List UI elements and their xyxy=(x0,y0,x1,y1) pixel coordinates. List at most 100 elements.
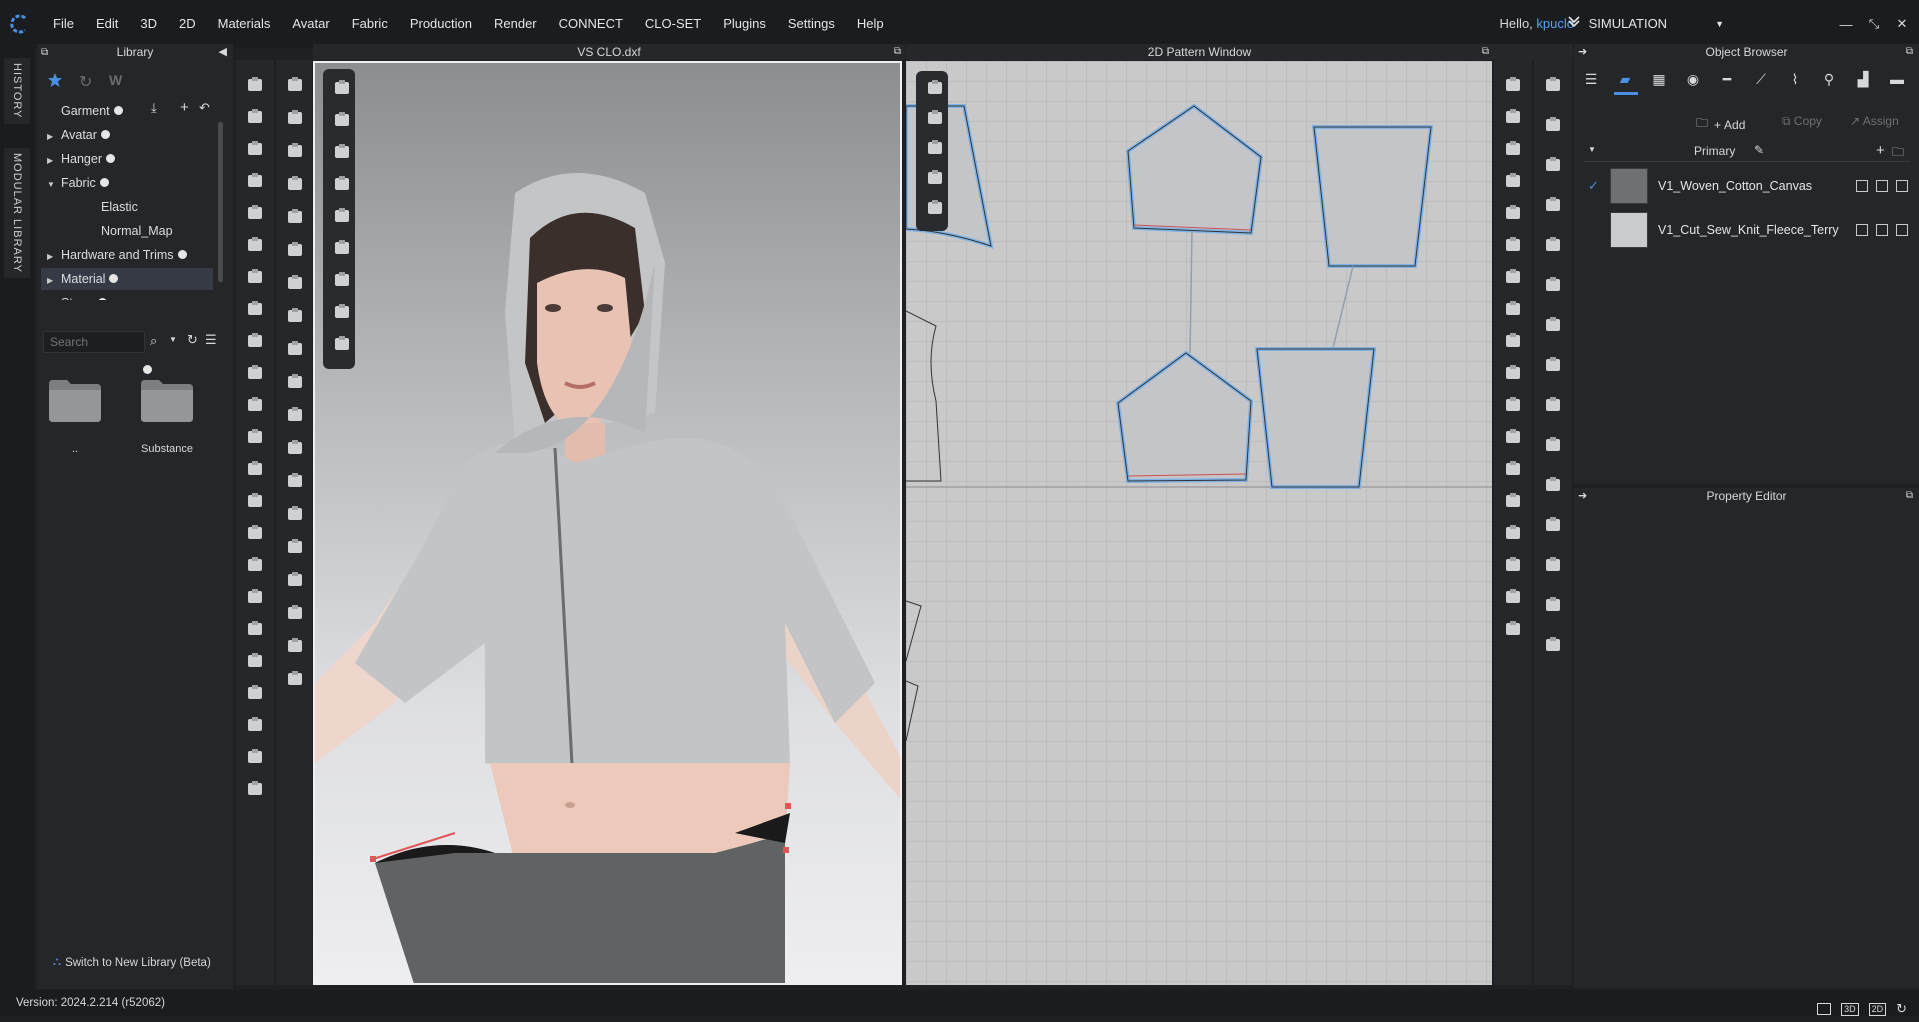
list-view-icon[interactable]: ☰ xyxy=(205,332,217,348)
library-tree-item[interactable]: ▶ Hanger xyxy=(41,148,213,170)
topstitch-icon[interactable]: ⟋ xyxy=(1744,71,1778,88)
refresh-icon[interactable]: ↻ xyxy=(187,332,198,348)
fabric-row[interactable]: ✓ V1_Woven_Cotton_Canvas xyxy=(1588,166,1908,206)
stitch-2-icon[interactable] xyxy=(283,569,307,591)
checker-2-icon[interactable] xyxy=(283,371,307,393)
texture-2-icon[interactable] xyxy=(1541,314,1565,336)
camera-icon[interactable] xyxy=(1541,594,1565,616)
text-icon[interactable] xyxy=(1501,490,1525,512)
menu-production[interactable]: Production xyxy=(399,0,483,48)
clo-source-icon[interactable]: ↻ xyxy=(79,72,92,92)
caret-right-icon[interactable]: ▶ xyxy=(47,246,61,268)
globe-icon[interactable] xyxy=(330,333,354,355)
library-tree-item[interactable]: ▶ Material xyxy=(41,268,213,290)
line-icon[interactable] xyxy=(1541,434,1565,456)
seam-icon[interactable] xyxy=(1501,554,1525,576)
notch-icon[interactable] xyxy=(1501,330,1525,352)
menu-edit[interactable]: Edit xyxy=(85,0,129,48)
folder-item[interactable]: Substance xyxy=(139,374,219,455)
float-icon[interactable]: ⧉ xyxy=(41,45,48,61)
zip-icon[interactable] xyxy=(283,206,307,228)
fold-3-icon[interactable] xyxy=(1541,154,1565,176)
fold-2-icon[interactable] xyxy=(1541,114,1565,136)
shirt-2d-icon[interactable] xyxy=(923,107,947,129)
folder-item[interactable]: .. xyxy=(47,374,107,455)
caret-right-icon[interactable]: ▶ xyxy=(47,270,61,292)
transform-icon[interactable] xyxy=(243,138,267,160)
menu-3d[interactable]: 3D xyxy=(129,0,168,48)
stretch-icon[interactable] xyxy=(1541,514,1565,536)
piping-icon[interactable] xyxy=(243,746,267,768)
avatar-icon[interactable] xyxy=(243,650,267,672)
zipper-2-icon[interactable] xyxy=(283,503,307,525)
sew-2-icon[interactable] xyxy=(1501,586,1525,608)
library-tree-item[interactable]: ▶ Hardware and Trims xyxy=(41,244,213,266)
collapse-right-icon[interactable]: ➜ xyxy=(1578,488,1587,504)
select-mesh-icon[interactable] xyxy=(243,106,267,128)
pen-2d-icon[interactable] xyxy=(923,77,947,99)
dashed-line-icon[interactable] xyxy=(1541,474,1565,496)
close-icon[interactable]: ✕ xyxy=(1895,16,1909,31)
split-view-icon[interactable] xyxy=(1817,1003,1832,1015)
menu-help[interactable]: Help xyxy=(846,0,895,48)
collapse-left-icon[interactable]: ◀ xyxy=(219,44,227,60)
user-greeting[interactable]: Hello, kpuclo xyxy=(1500,0,1574,48)
stitch-icon[interactable] xyxy=(283,536,307,558)
dart-icon[interactable] xyxy=(1501,298,1525,320)
zip-2-icon[interactable] xyxy=(283,239,307,261)
person-display-icon[interactable] xyxy=(330,205,354,227)
view-2d-button[interactable]: 2D xyxy=(1868,1002,1887,1016)
edit-pattern-icon[interactable] xyxy=(1501,74,1525,96)
cube-view-icon[interactable] xyxy=(330,77,354,99)
fabric-name[interactable]: V1_Woven_Cotton_Canvas xyxy=(1658,179,1848,193)
menu-materials[interactable]: Materials xyxy=(207,0,282,48)
brush-icon[interactable] xyxy=(283,305,307,327)
history-tab[interactable]: HISTORY xyxy=(4,58,30,124)
arrange-3-icon[interactable] xyxy=(283,173,307,195)
fold-4-icon[interactable] xyxy=(1541,194,1565,216)
hanger-tool-icon[interactable] xyxy=(243,714,267,736)
fabric-swatch[interactable] xyxy=(1610,168,1648,204)
library-tree-item[interactable]: ▶ Avatar xyxy=(41,124,213,146)
checker-tool-icon[interactable] xyxy=(283,338,307,360)
segment-icon[interactable] xyxy=(1501,106,1525,128)
texture-icon[interactable] xyxy=(243,586,267,608)
search-icon[interactable]: ⌕ xyxy=(150,333,157,349)
smart-brush-icon[interactable] xyxy=(243,362,267,384)
menu-2d[interactable]: 2D xyxy=(168,0,207,48)
internal-icon[interactable] xyxy=(1501,234,1525,256)
menu-connect[interactable]: CONNECT xyxy=(548,0,634,48)
shirt-display-icon[interactable] xyxy=(330,141,354,163)
checker-4-icon[interactable] xyxy=(1541,394,1565,416)
point-tool-icon[interactable] xyxy=(283,272,307,294)
info-icon[interactable] xyxy=(923,137,947,159)
menu-render[interactable]: Render xyxy=(483,0,548,48)
arrange-2-icon[interactable] xyxy=(283,140,307,162)
view-3d-button[interactable]: 3D xyxy=(1841,1002,1859,1016)
caret-right-icon[interactable]: ▶ xyxy=(47,126,61,148)
avatar-measure-icon[interactable] xyxy=(243,298,267,320)
plus-box-icon[interactable] xyxy=(1856,180,1868,192)
hardware-icon[interactable]: ▟ xyxy=(1846,71,1880,88)
group-header[interactable]: ▼ Primary ✎ + 🗀 xyxy=(1584,142,1910,162)
button-tool-icon[interactable] xyxy=(243,490,267,512)
modular-library-tab[interactable]: MODULAR LIBRARY xyxy=(4,148,30,278)
shape-2-icon[interactable] xyxy=(283,635,307,657)
pin-tool-icon[interactable] xyxy=(283,668,307,690)
trim-icon[interactable] xyxy=(243,682,267,704)
add-button[interactable]: + Add xyxy=(1714,118,1745,132)
size-icon[interactable] xyxy=(243,554,267,576)
text-2-icon[interactable] xyxy=(1501,522,1525,544)
search-input[interactable] xyxy=(44,332,144,352)
menu-file[interactable]: File xyxy=(42,0,85,48)
pencil-display-icon[interactable] xyxy=(330,269,354,291)
polygon-icon[interactable] xyxy=(1501,170,1525,192)
vstitcher-icon[interactable]: W xyxy=(109,72,122,88)
assign-button[interactable]: ↗ Assign xyxy=(1850,114,1899,128)
caret-down-icon[interactable]: ▼ xyxy=(47,174,61,196)
walk-icon[interactable] xyxy=(283,74,307,96)
fabric-name[interactable]: V1_Cut_Sew_Knit_Fleece_Terry xyxy=(1658,223,1848,237)
search-options-icon[interactable]: ▼ xyxy=(169,335,177,344)
copy-button[interactable]: ⧉ Copy xyxy=(1782,114,1822,129)
layers-icon[interactable] xyxy=(1896,180,1908,192)
